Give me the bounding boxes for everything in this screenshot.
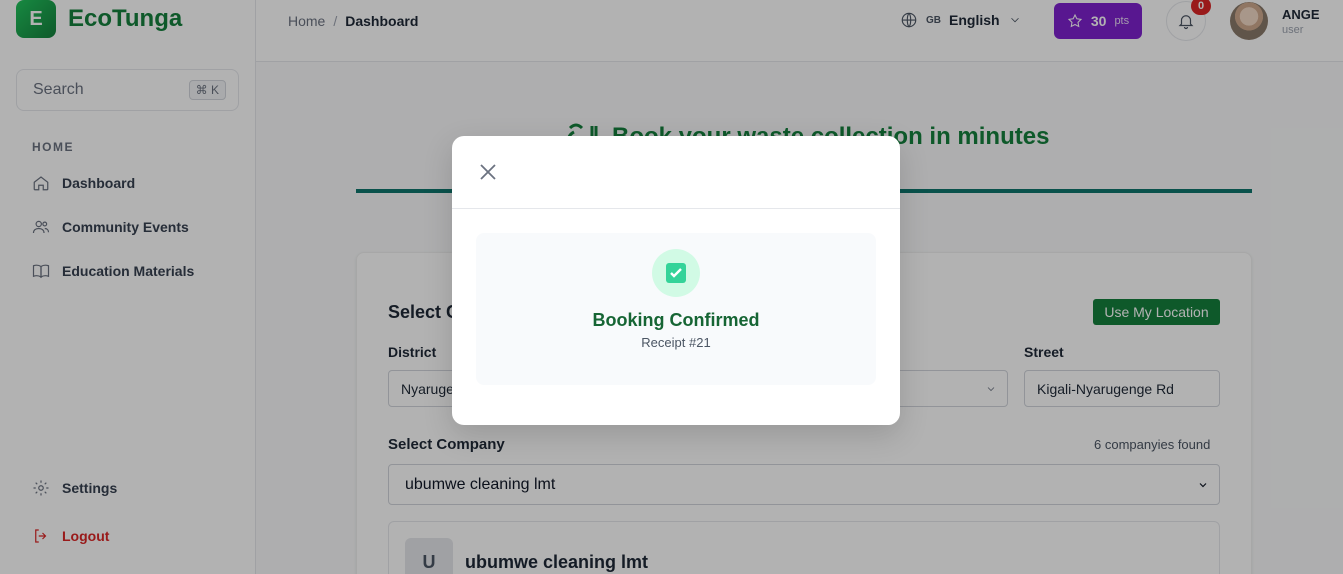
close-button[interactable] [478,162,498,182]
confirmation-panel: Booking Confirmed Receipt #21 [476,233,876,385]
booking-confirmation-modal: Booking Confirmed Receipt #21 [452,136,900,425]
receipt-number: Receipt #21 [641,335,711,350]
modal-divider [452,208,900,209]
close-icon [480,164,496,180]
check-icon [666,263,686,283]
confirmation-title: Booking Confirmed [592,310,760,330]
success-badge [652,249,700,297]
